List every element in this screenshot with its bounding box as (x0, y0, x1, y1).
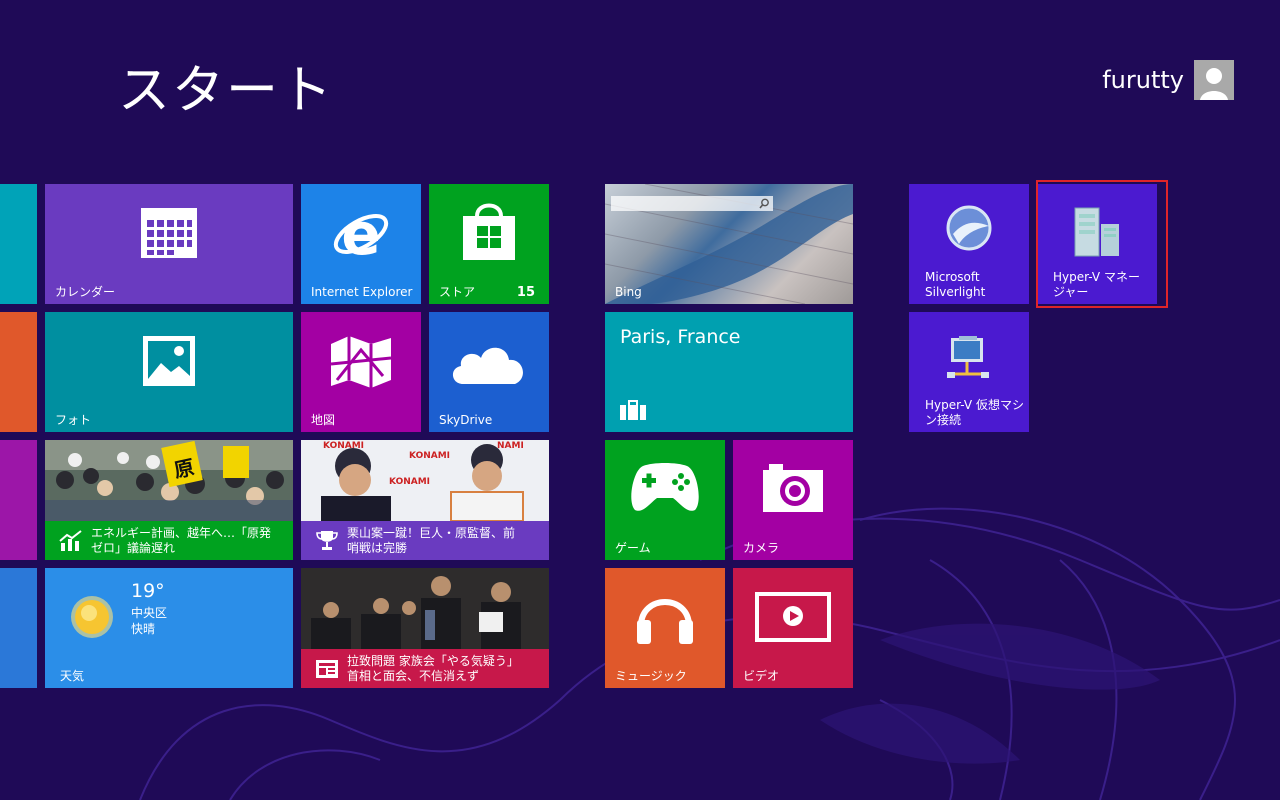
headphones-icon (637, 599, 693, 644)
weather-label: 天気 (60, 669, 85, 683)
games-tile[interactable]: ゲーム (605, 440, 725, 560)
photos-icon (143, 336, 195, 386)
video-icon (755, 592, 831, 642)
games-label: ゲーム (615, 541, 651, 555)
protest-photo: 原 (45, 440, 293, 521)
weather-temperature: 19° (131, 580, 165, 602)
camera-label: カメラ (743, 541, 780, 555)
photos-tile[interactable]: フォト (45, 312, 293, 432)
store-label: ストア (439, 285, 476, 299)
store-badge: 15 (516, 285, 535, 300)
bing-label: Bing (615, 285, 642, 299)
map-icon (331, 336, 391, 388)
video-label: ビデオ (743, 669, 780, 683)
silverlight-label: Microsoft Silverlight (925, 270, 986, 299)
finance-news-tile[interactable]: 原 エネルギー計画、越年へ…「原発 ゼロ」議論遅れ (45, 440, 293, 560)
cloud-icon (452, 347, 523, 384)
partial-tile-3[interactable] (0, 440, 37, 560)
internet-explorer-icon: e (333, 204, 389, 264)
xbox-controller-icon (631, 463, 699, 511)
video-tile[interactable]: ビデオ (733, 568, 853, 688)
partial-tile-4[interactable] (0, 568, 37, 688)
calendar-tile[interactable]: カレンダー (45, 184, 293, 304)
partial-tile-2[interactable] (0, 312, 37, 432)
sun-icon (71, 596, 113, 638)
baseball-managers-photo: KONAMIKONAMINAMIKONAMI (301, 440, 549, 521)
maps-label: 地図 (311, 413, 336, 427)
internet-explorer-label: Internet Explorer (311, 285, 413, 299)
camera-tile[interactable]: カメラ (733, 440, 853, 560)
newspaper-icon (316, 659, 338, 678)
music-tile[interactable]: ミュージック (605, 568, 725, 688)
weather-condition: 快晴 (131, 622, 156, 636)
hyperv-connect-label: Hyper-V 仮想マシ ン接続 (925, 398, 1024, 427)
user-name: furutty (1102, 66, 1184, 94)
weather-tile[interactable]: 19° 中央区 快晴 天気 (45, 568, 293, 688)
camera-icon (763, 464, 823, 512)
music-label: ミュージック (615, 669, 687, 683)
page-title: スタート (118, 61, 335, 121)
svg-text:e: e (341, 204, 380, 264)
weather-location: 中央区 (131, 606, 168, 620)
news-bar: 拉致問題 家族会「やる気疑う」 首相と面会、不信消えず (301, 649, 549, 688)
store-bag-icon (463, 203, 515, 260)
sports-news-bar: 栗山案一蹴！巨人・原監督、前 哨戦は完勝 (301, 521, 549, 560)
press-photo (301, 568, 549, 649)
photos-label: フォト (55, 413, 92, 427)
store-tile[interactable]: ストア 15 (429, 184, 549, 304)
news-tile[interactable]: 拉致問題 家族会「やる気疑う」 首相と面会、不信消えず (301, 568, 549, 688)
silverlight-icon (946, 205, 992, 251)
sports-news-headline: 栗山案一蹴！巨人・原監督、前 哨戦は完勝 (347, 525, 516, 555)
bing-tile[interactable]: Bing (605, 184, 853, 304)
suitcase-icon (620, 400, 646, 420)
finance-news-headline: エネルギー計画、越年へ…「原発 ゼロ」議論遅れ (91, 525, 272, 555)
partial-tile-1[interactable] (0, 184, 37, 304)
skydrive-label: SkyDrive (439, 413, 493, 427)
user-account[interactable]: furutty (1102, 60, 1234, 100)
maps-tile[interactable]: 地図 (301, 312, 421, 432)
skydrive-tile[interactable]: SkyDrive (429, 312, 549, 432)
sports-news-tile[interactable]: KONAMI KONAMI NAMI KONAMI 栗山案一蹴！巨人・原監督、前 哨戦… (301, 440, 549, 560)
search-icon (759, 198, 769, 209)
calendar-label: カレンダー (55, 285, 116, 299)
hyperv-connect-tile[interactable]: Hyper-V 仮想マシ ン接続 (909, 312, 1029, 432)
user-avatar-icon (1194, 60, 1234, 100)
internet-explorer-tile[interactable]: e Internet Explorer (301, 184, 421, 304)
bing-search-box[interactable] (611, 196, 773, 211)
silverlight-tile[interactable]: Microsoft Silverlight (909, 184, 1029, 304)
svg-text:NAMI: NAMI (497, 441, 524, 451)
selection-highlight (1036, 180, 1168, 308)
trophy-icon (316, 530, 338, 550)
travel-location: Paris, France (620, 326, 741, 348)
finance-chart-icon (59, 529, 82, 551)
vm-connection-icon (947, 336, 989, 378)
finance-news-bar: エネルギー計画、越年へ…「原発 ゼロ」議論遅れ (45, 521, 293, 560)
calendar-icon (141, 208, 197, 258)
news-headline: 拉致問題 家族会「やる気疑う」 首相と面会、不信消えず (347, 653, 519, 683)
travel-tile[interactable]: Paris, France (605, 312, 853, 432)
svg-text:KONAMI: KONAMI (389, 477, 430, 487)
svg-text:KONAMI: KONAMI (409, 451, 450, 461)
